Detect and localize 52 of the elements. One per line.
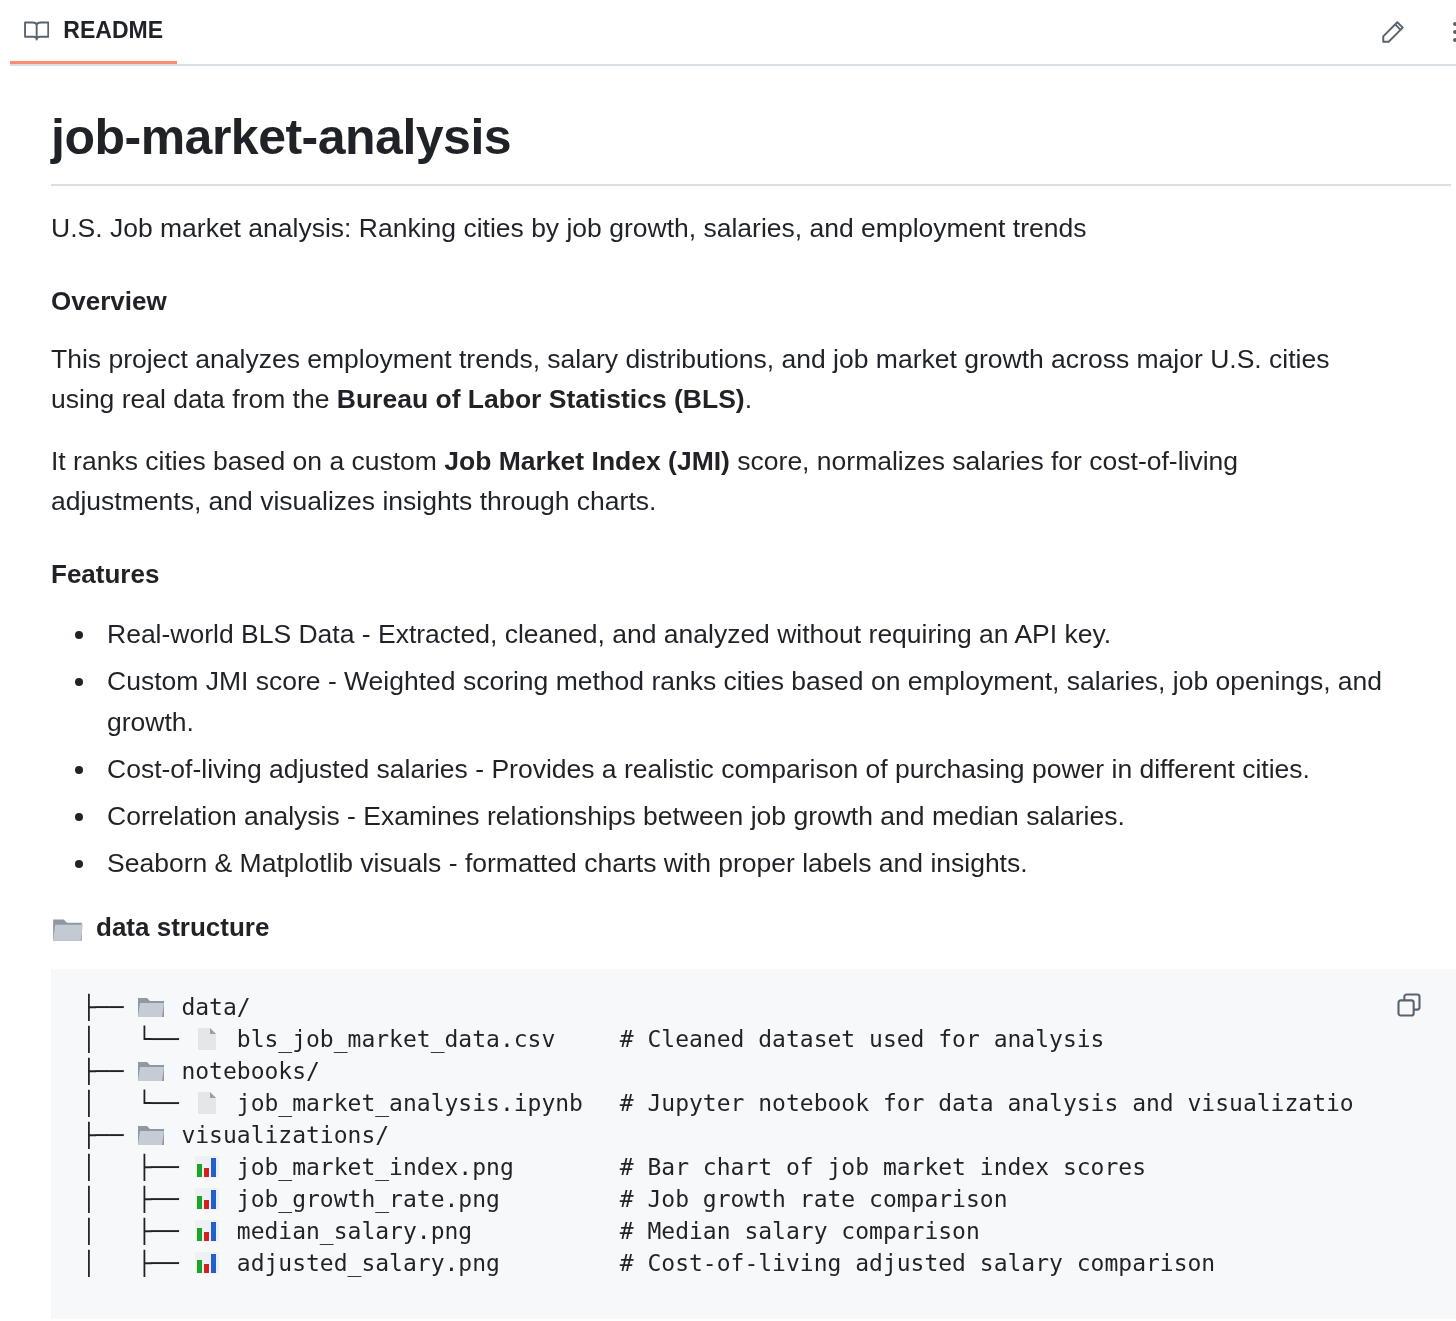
edit-icon[interactable] [1380, 19, 1406, 45]
book-icon [24, 19, 50, 42]
tree-branch: ├── [82, 994, 125, 1020]
folder-icon [137, 995, 166, 1019]
bullet-icon [75, 678, 83, 686]
tree-branch: ├── [82, 1122, 125, 1148]
file-name: job_market_analysis.ipynb [236, 1090, 584, 1116]
paragraph-text: This project analyzes employment trends, salary distributions, and job market growth across major U.S. cities using real data from the Bureau of Labor Statistics (BLS). [51, 343, 1331, 416]
file-name: job_market_index.png [236, 1154, 515, 1180]
tree-branch: │ ├── [82, 1250, 180, 1276]
section-heading: Overview [51, 286, 168, 317]
bar-chart-icon [192, 1155, 221, 1179]
file-name: visualizations/ [181, 1122, 391, 1148]
bar-chart-icon [192, 1251, 221, 1275]
feature-text: Seaborn & Matplotlib visuals - formatted charts with proper labels and insights. [107, 847, 1029, 880]
folder-icon [137, 1123, 166, 1147]
folder-icon [137, 1059, 166, 1083]
section-heading: Features [51, 559, 161, 590]
code-comment: # Median salary comparison [619, 1218, 980, 1244]
tree-branch: │ ├── [82, 1218, 180, 1244]
code-comment: # Bar chart of job market index scores [619, 1154, 1146, 1180]
description-text: U.S. Job market analysis: Ranking cities by job growth, salaries, and employment trends [51, 212, 1088, 245]
code-comment: # Cost-of-living adjusted salary comparison [619, 1250, 1216, 1276]
bullet-icon [75, 813, 83, 821]
file-name: data/ [181, 994, 252, 1020]
tree-branch: │ └── [82, 1090, 180, 1116]
paragraph-text: It ranks cities based on a custom Job Market Index (JMI) score, normalizes salaries for cost-of-living adjustments, and visualizes insights through charts. [51, 445, 1240, 518]
readme-title: job-market-analysis [51, 108, 1451, 186]
tree-branch: │ ├── [82, 1186, 180, 1212]
tree-branch: ├── [82, 1058, 125, 1084]
bullet-icon [75, 860, 83, 868]
file-name: job_growth_rate.png [236, 1186, 501, 1212]
file-name: bls_job_market_data.csv [236, 1026, 557, 1052]
bar-chart-icon [192, 1187, 221, 1211]
bullet-icon [75, 631, 83, 639]
readme-tab[interactable]: README [10, 0, 177, 64]
code-comment: # Cleaned dataset used for analysis [619, 1026, 1105, 1052]
feature-text: Custom JMI score - Weighted scoring method ranks cities based on employment, salaries, job openings, and growth. [107, 665, 1384, 739]
code-comment: # Job growth rate comparison [619, 1186, 1008, 1212]
bullet-icon [75, 766, 83, 774]
file-name: adjusted_salary.png [236, 1250, 501, 1276]
copy-icon[interactable] [1395, 991, 1423, 1019]
feature-text: Correlation analysis - Examines relationships between job growth and median salaries. [107, 800, 1126, 833]
feature-text: Real-world BLS Data - Extracted, cleaned, and analyzed without requiring an API key. [107, 618, 1113, 651]
file-name: median_salary.png [236, 1218, 474, 1244]
tree-branch: │ ├── [82, 1154, 180, 1180]
tree-branch: │ └── [82, 1026, 180, 1052]
section-heading: data structure [96, 912, 270, 943]
code-comment: # Jupyter notebook for data analysis and visualizatio [619, 1090, 1354, 1116]
file-name: notebooks/ [181, 1058, 321, 1084]
feature-text: Cost-of-living adjusted salaries - Provides a realistic comparison of purchasing power in different cities. [107, 753, 1311, 786]
bar-chart-icon [192, 1219, 221, 1243]
